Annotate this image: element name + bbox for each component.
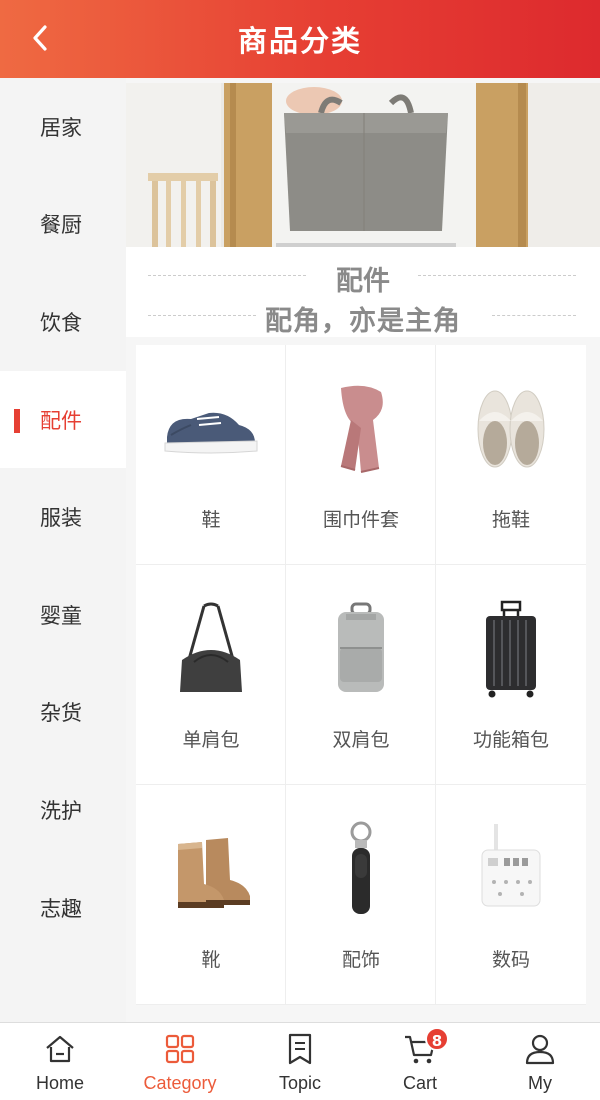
sidebar-item-label: 洗护 bbox=[40, 798, 82, 823]
section-subtitle: 配角，亦是主角 bbox=[265, 306, 461, 337]
product-item-digital[interactable]: 数码 bbox=[436, 785, 586, 1005]
sidebar-item-hobby[interactable]: 志趣 bbox=[0, 859, 126, 957]
cart-badge: 8 bbox=[425, 1027, 449, 1051]
product-item-backpack[interactable]: 双肩包 bbox=[286, 565, 436, 785]
sidebar-item-home[interactable]: 居家 bbox=[0, 78, 126, 176]
tab-topic[interactable]: Topic bbox=[240, 1023, 360, 1100]
tab-label: My bbox=[528, 1073, 552, 1093]
back-button[interactable] bbox=[22, 20, 58, 56]
slippers-icon bbox=[477, 390, 545, 468]
home-icon bbox=[46, 1035, 74, 1063]
tab-my[interactable]: My bbox=[480, 1023, 600, 1100]
sidebar-item-label: 志趣 bbox=[40, 896, 82, 921]
product-item-accessory[interactable]: 配饰 bbox=[286, 785, 436, 1005]
tab-label: Topic bbox=[278, 1073, 322, 1093]
product-label: 数码 bbox=[491, 949, 530, 971]
category-sidebar: 居家 餐厨 饮食 配件 服装 婴童 杂货 洗护 志趣 bbox=[0, 78, 126, 1022]
category-content: 配件 配角，亦是主角 鞋 围巾件套 拖鞋 单肩包 双肩包 功能箱包 靴 配饰 数… bbox=[126, 78, 600, 1022]
sidebar-item-label: 服装 bbox=[40, 506, 82, 531]
keychain-icon bbox=[350, 821, 372, 914]
product-item-boots[interactable]: 靴 bbox=[136, 785, 286, 1005]
sidebar-item-label: 居家 bbox=[40, 115, 82, 140]
product-grid: 鞋 围巾件套 拖鞋 单肩包 双肩包 功能箱包 靴 配饰 数码 bbox=[136, 345, 586, 1005]
page-title: 商品分类 bbox=[237, 24, 362, 58]
banner-image bbox=[126, 83, 600, 247]
product-label: 鞋 bbox=[201, 509, 221, 531]
tab-label: Home bbox=[35, 1073, 84, 1093]
suitcase-icon bbox=[486, 600, 536, 698]
sidebar-item-baby[interactable]: 婴童 bbox=[0, 566, 126, 664]
sidebar-item-care[interactable]: 洗护 bbox=[0, 761, 126, 859]
product-label: 双肩包 bbox=[332, 729, 390, 751]
user-icon bbox=[525, 1034, 555, 1065]
product-label: 单肩包 bbox=[182, 729, 240, 751]
sidebar-item-label: 饮食 bbox=[40, 310, 82, 335]
sidebar-item-clothing[interactable]: 服装 bbox=[0, 468, 126, 566]
power-strip-icon bbox=[481, 824, 541, 907]
section-header: 配件 配角，亦是主角 bbox=[126, 247, 600, 337]
tab-label: Cart bbox=[402, 1073, 437, 1093]
product-label: 功能箱包 bbox=[472, 729, 549, 751]
boots-icon bbox=[178, 838, 250, 908]
sidebar-item-accessories[interactable]: 配件 bbox=[0, 370, 126, 469]
sidebar-item-label: 杂货 bbox=[40, 701, 82, 726]
header-bar: 商品分类 bbox=[0, 0, 600, 78]
product-label: 拖鞋 bbox=[491, 509, 530, 531]
sidebar-item-label: 婴童 bbox=[40, 603, 82, 628]
sidebar-item-goods[interactable]: 杂货 bbox=[0, 664, 126, 762]
sidebar-item-label: 配件 bbox=[40, 408, 82, 433]
product-label: 围巾件套 bbox=[322, 509, 399, 531]
section-title: 配件 bbox=[336, 266, 390, 297]
bookmark-icon bbox=[288, 1033, 312, 1065]
scarf-icon bbox=[340, 385, 383, 473]
backpack-icon bbox=[338, 602, 384, 692]
category-grid-icon bbox=[165, 1034, 195, 1064]
chevron-left-icon bbox=[33, 25, 47, 51]
tab-home[interactable]: Home bbox=[0, 1023, 120, 1100]
category-banner[interactable] bbox=[126, 83, 600, 247]
sidebar-item-food[interactable]: 饮食 bbox=[0, 273, 126, 371]
sidebar-item-kitchen[interactable]: 餐厨 bbox=[0, 176, 126, 274]
sidebar-item-label: 餐厨 bbox=[40, 213, 82, 238]
product-item-shoes[interactable]: 鞋 bbox=[136, 345, 286, 565]
tote-bag-icon bbox=[180, 602, 242, 692]
tab-label: Category bbox=[143, 1073, 217, 1093]
product-item-shoulder-bag[interactable]: 单肩包 bbox=[136, 565, 286, 785]
tab-category[interactable]: Category bbox=[120, 1023, 240, 1100]
bottom-tab-bar: Home Category Topic Cart My bbox=[0, 1022, 600, 1100]
product-label: 配饰 bbox=[341, 949, 380, 971]
tab-cart[interactable]: Cart bbox=[360, 1023, 480, 1100]
product-item-luggage[interactable]: 功能箱包 bbox=[436, 565, 586, 785]
product-item-scarf[interactable]: 围巾件套 bbox=[286, 345, 436, 565]
product-item-slippers[interactable]: 拖鞋 bbox=[436, 345, 586, 565]
sneaker-icon bbox=[164, 412, 258, 454]
product-label: 靴 bbox=[201, 949, 221, 971]
